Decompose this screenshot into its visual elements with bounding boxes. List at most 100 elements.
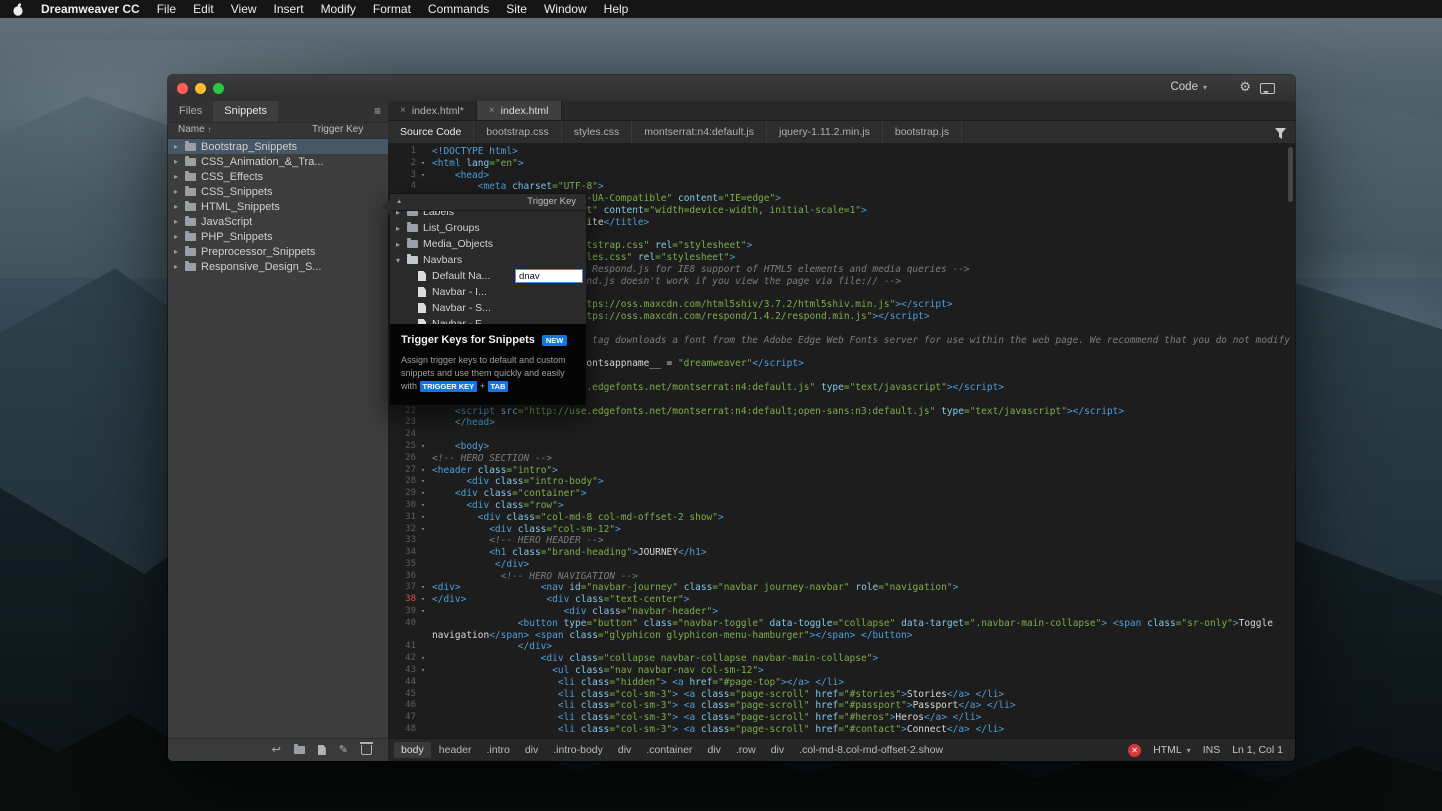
menu-edit[interactable]: Edit: [193, 2, 214, 16]
disclosure-icon[interactable]: ▾: [396, 256, 407, 265]
code-line[interactable]: 28▾ <div class="intro-body">: [388, 476, 1295, 488]
popup-row[interactable]: Navbar - S...: [390, 300, 586, 316]
code-line[interactable]: 2▾<html lang="en">: [388, 158, 1295, 170]
panel-tab-files[interactable]: Files: [168, 101, 213, 122]
tag-selector-item[interactable]: div: [518, 742, 545, 758]
trigger-key-input[interactable]: [515, 269, 583, 283]
popup-row[interactable]: Default Na...: [390, 268, 586, 284]
panel-tab-snippets[interactable]: Snippets: [213, 101, 278, 122]
code-line[interactable]: 29▾ <div class="container">: [388, 488, 1295, 500]
close-tab-icon[interactable]: ×: [400, 105, 406, 116]
fold-arrow-icon[interactable]: ▾: [416, 465, 430, 477]
disclosure-icon[interactable]: ▸: [174, 247, 185, 256]
tag-selector-item[interactable]: div: [764, 742, 791, 758]
fold-arrow-icon[interactable]: ▾: [416, 512, 430, 524]
menu-help[interactable]: Help: [604, 2, 629, 16]
apple-menu-icon[interactable]: [12, 3, 24, 16]
tag-selector-item[interactable]: .row: [729, 742, 763, 758]
snippet-folder-row[interactable]: ▸Bootstrap_Snippets: [168, 139, 388, 154]
code-line[interactable]: 35 </div>: [388, 559, 1295, 571]
edit-snippet-icon[interactable]: ✎: [339, 745, 348, 756]
menu-format[interactable]: Format: [373, 2, 411, 16]
related-file[interactable]: jquery-1.11.2.min.js: [767, 121, 883, 143]
fold-arrow-icon[interactable]: ▾: [416, 582, 430, 594]
fold-arrow-icon[interactable]: ▾: [416, 476, 430, 488]
disclosure-icon[interactable]: ▸: [174, 262, 185, 271]
code-line[interactable]: 37▾<div> <nav id="navbar-journey" class=…: [388, 582, 1295, 594]
related-file[interactable]: styles.css: [562, 121, 633, 143]
code-line[interactable]: 47 <li class="col-sm-3"> <a class="page-…: [388, 712, 1295, 724]
code-line[interactable]: 45 <li class="col-sm-3"> <a class="page-…: [388, 689, 1295, 701]
code-line[interactable]: 31▾ <div class="col-md-8 col-md-offset-2…: [388, 512, 1295, 524]
disclosure-icon[interactable]: ▸: [174, 232, 185, 241]
fold-arrow-icon[interactable]: ▾: [416, 594, 430, 606]
filter-icon[interactable]: [1275, 126, 1286, 144]
scrollbar-thumb[interactable]: [1288, 147, 1293, 202]
code-line[interactable]: 25▾ <body>: [388, 441, 1295, 453]
menu-window[interactable]: Window: [544, 2, 587, 16]
minimize-button[interactable]: [195, 83, 206, 94]
fold-arrow-icon[interactable]: ▾: [416, 606, 430, 618]
menu-view[interactable]: View: [231, 2, 257, 16]
tag-selector-item[interactable]: .intro-body: [546, 742, 610, 758]
snippet-folder-row[interactable]: ▸CSS_Animation_&_Tra...: [168, 154, 388, 169]
popup-row[interactable]: ▸Media_Objects: [390, 236, 586, 252]
code-line[interactable]: 1<!DOCTYPE html>: [388, 146, 1295, 158]
code-line[interactable]: 34 <h1 class="brand-heading">JOURNEY</h1…: [388, 547, 1295, 559]
code-line[interactable]: 3▾ <head>: [388, 170, 1295, 182]
snippet-folder-row[interactable]: ▸HTML_Snippets: [168, 199, 388, 214]
code-line[interactable]: 22 <script src="http://use.edgefonts.net…: [388, 406, 1295, 418]
name-column-header[interactable]: Name ↑: [178, 124, 211, 135]
code-line[interactable]: 23 </head>: [388, 417, 1295, 429]
apply-snippet-icon[interactable]: ↩: [272, 745, 281, 756]
tag-selector-item[interactable]: .container: [639, 742, 699, 758]
code-line[interactable]: 43▾ <ul class="nav navbar-nav col-sm-12"…: [388, 665, 1295, 677]
doctype-dropdown[interactable]: HTML ▾: [1153, 744, 1191, 756]
close-button[interactable]: [177, 83, 188, 94]
disclosure-icon[interactable]: ▸: [396, 211, 407, 217]
tag-selector-item[interactable]: body: [394, 742, 431, 758]
tag-selector-item[interactable]: div: [700, 742, 727, 758]
code-line[interactable]: 42▾ <div class="collapse navbar-collapse…: [388, 653, 1295, 665]
popup-row[interactable]: ▸List_Groups: [390, 220, 586, 236]
code-line[interactable]: navigation</span> <span class="glyphicon…: [388, 630, 1295, 642]
disclosure-icon[interactable]: ▸: [396, 240, 407, 249]
zoom-button[interactable]: [213, 83, 224, 94]
disclosure-icon[interactable]: ▸: [174, 187, 185, 196]
disclosure-icon[interactable]: ▸: [174, 202, 185, 211]
menu-file[interactable]: File: [157, 2, 176, 16]
code-line[interactable]: 4 <meta charset="UTF-8">: [388, 181, 1295, 193]
close-tab-icon[interactable]: ×: [489, 105, 495, 116]
doc-tab[interactable]: ×index.html: [477, 101, 562, 120]
new-snippet-icon[interactable]: [318, 745, 326, 755]
new-folder-icon[interactable]: [294, 746, 305, 754]
code-line[interactable]: 27▾<header class="intro">: [388, 465, 1295, 477]
related-file[interactable]: montserrat:n4:default.js: [632, 121, 767, 143]
comments-icon[interactable]: [1260, 83, 1275, 94]
window-titlebar[interactable]: Code ▾ ⚙: [168, 75, 1295, 102]
fold-arrow-icon[interactable]: ▾: [416, 158, 430, 170]
fold-arrow-icon[interactable]: ▾: [416, 170, 430, 182]
code-line[interactable]: 44 <li class="hidden"> <a href="#page-to…: [388, 677, 1295, 689]
popup-row[interactable]: ▸Labels: [390, 211, 586, 220]
snippet-folder-row[interactable]: ▸PHP_Snippets: [168, 229, 388, 244]
fold-arrow-icon[interactable]: ▾: [416, 524, 430, 536]
popup-row[interactable]: Navbar - F...: [390, 316, 586, 324]
sync-settings-icon[interactable]: ⚙: [1239, 80, 1251, 94]
disclosure-icon[interactable]: ▸: [174, 142, 185, 151]
code-line[interactable]: 26<!-- HERO SECTION -->: [388, 453, 1295, 465]
popup-row[interactable]: ▾Navbars: [390, 252, 586, 268]
code-line[interactable]: 30▾ <div class="row">: [388, 500, 1295, 512]
tag-selector-item[interactable]: .intro: [479, 742, 516, 758]
code-line[interactable]: 36 <!-- HERO NAVIGATION -->: [388, 571, 1295, 583]
snippet-folder-row[interactable]: ▸CSS_Effects: [168, 169, 388, 184]
code-line[interactable]: 33 <!-- HERO HEADER -->: [388, 535, 1295, 547]
fold-arrow-icon[interactable]: ▾: [416, 653, 430, 665]
doc-tab[interactable]: ×index.html*: [388, 101, 477, 120]
related-file[interactable]: bootstrap.css: [474, 121, 561, 143]
code-line[interactable]: 40 <button type="button" class="navbar-t…: [388, 618, 1295, 630]
scroll-up-icon[interactable]: ▲: [396, 198, 402, 205]
disclosure-icon[interactable]: ▸: [174, 157, 185, 166]
app-menu-title[interactable]: Dreamweaver CC: [41, 2, 140, 16]
code-line[interactable]: 39▾ <div class="navbar-header">: [388, 606, 1295, 618]
